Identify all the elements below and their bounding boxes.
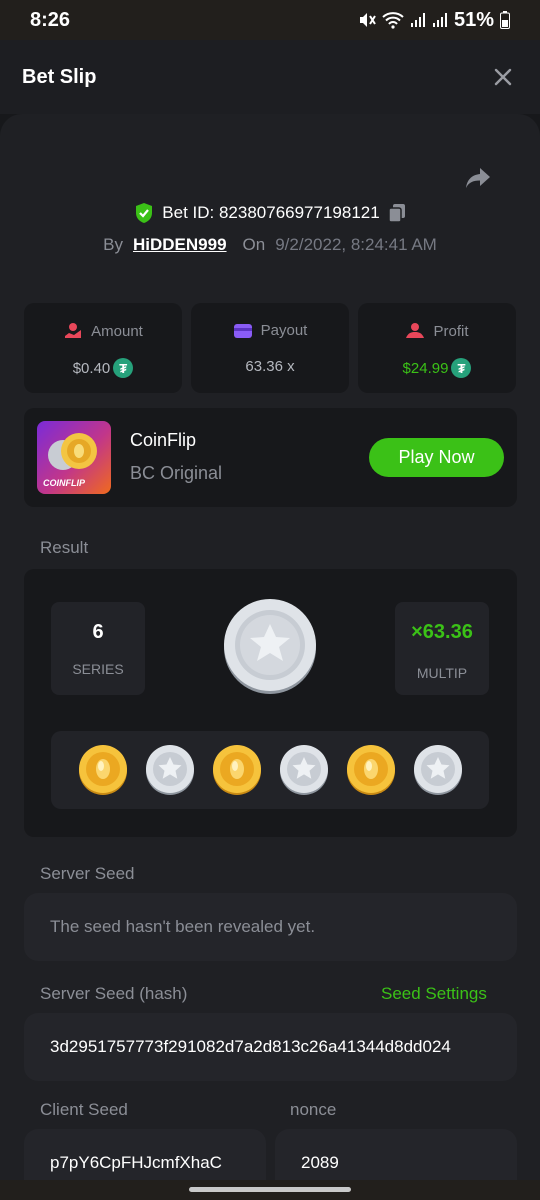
close-icon (494, 68, 512, 86)
amount-box: Amount $0.40 ₮ (24, 303, 182, 393)
coin-series-strip (51, 731, 489, 809)
battery-percent: 51% (453, 8, 494, 31)
profit-value: $24.99 (402, 359, 449, 377)
nonce-label: nonce (290, 1100, 337, 1119)
on-label: On (242, 235, 266, 254)
profit-icon (406, 323, 425, 338)
profit-label: Profit (433, 322, 469, 340)
battery-icon (500, 11, 510, 29)
server-seed-hash-field[interactable]: 3d2951757773f291082d7a2d813c26a41344d8dd… (24, 1013, 517, 1081)
gold-coin-icon (212, 745, 261, 795)
silver-star-coin-icon (224, 599, 316, 694)
series-box: 6 SERIES (51, 602, 145, 695)
payout-icon (233, 323, 252, 338)
multiplier-box: ×63.36 MULTIP (395, 602, 489, 695)
signal-icon (410, 13, 425, 27)
result-label: Result (40, 538, 89, 557)
wifi-icon (382, 12, 404, 29)
series-label: SERIES (72, 661, 124, 677)
game-subtitle: BC Original (130, 463, 223, 483)
status-icons: 51% (358, 9, 510, 32)
signal-icon-2 (432, 13, 447, 27)
mute-icon (359, 13, 376, 27)
bet-slip-header: Bet Slip (0, 40, 540, 114)
gold-coin-icon (346, 745, 395, 795)
silver-coin-icon (145, 745, 194, 795)
play-now-button[interactable]: Play Now (369, 438, 504, 477)
server-seed-hash-label: Server Seed (hash) (40, 984, 188, 1003)
seed-settings-link[interactable]: Seed Settings (381, 984, 487, 1004)
game-name: CoinFlip (130, 430, 197, 450)
share-button[interactable] (464, 166, 492, 190)
bettor-row: By HiDDEN999 On 9/2/2022, 8:24:41 AM (0, 235, 540, 255)
amount-icon (65, 323, 82, 338)
game-card: COINFLIP CoinFlip BC Original Play Now (24, 408, 517, 507)
client-seed-label: Client Seed (40, 1100, 128, 1119)
amount-label: Amount (91, 322, 143, 340)
profit-box: Profit $24.99 ₮ (358, 303, 516, 393)
page-title: Bet Slip (22, 65, 97, 88)
verified-shield-icon (136, 203, 153, 223)
payout-label: Payout (260, 322, 308, 339)
payout-box: Payout 63.36 x (191, 303, 349, 393)
series-value: 6 (92, 621, 104, 643)
user-link[interactable]: HiDDEN999 (133, 235, 227, 255)
copy-icon[interactable] (387, 203, 406, 223)
thumb-label: COINFLIP (43, 478, 85, 488)
amount-value: $0.40 (72, 359, 111, 377)
bet-id-row: Bet ID: 82380766977198121 (0, 202, 540, 224)
silver-coin-icon (279, 745, 328, 795)
multiplier-value: ×63.36 (411, 621, 473, 643)
status-time: 8:26 (30, 8, 71, 31)
close-button[interactable] (488, 62, 518, 92)
bet-id: Bet ID: 82380766977198121 (162, 203, 380, 222)
tether-icon: ₮ (113, 358, 134, 378)
share-icon (466, 168, 490, 188)
server-seed-field: The seed hasn't been revealed yet. (24, 893, 517, 961)
server-seed-label: Server Seed (40, 864, 135, 883)
payout-value: 63.36 x (245, 358, 295, 375)
result-box: 6 SERIES ×63.36 MULTIP (24, 569, 517, 837)
by-label: By (103, 235, 123, 254)
gold-coin-icon (78, 745, 127, 795)
multiplier-label: MULTIP (416, 665, 468, 681)
tether-icon: ₮ (451, 358, 472, 378)
coinflip-thumbnail[interactable]: COINFLIP (37, 421, 111, 494)
bet-date: 9/2/2022, 8:24:41 AM (275, 235, 437, 254)
silver-coin-icon (413, 745, 462, 795)
home-handle[interactable] (189, 1187, 351, 1192)
status-bar: 8:26 51% (0, 0, 540, 40)
